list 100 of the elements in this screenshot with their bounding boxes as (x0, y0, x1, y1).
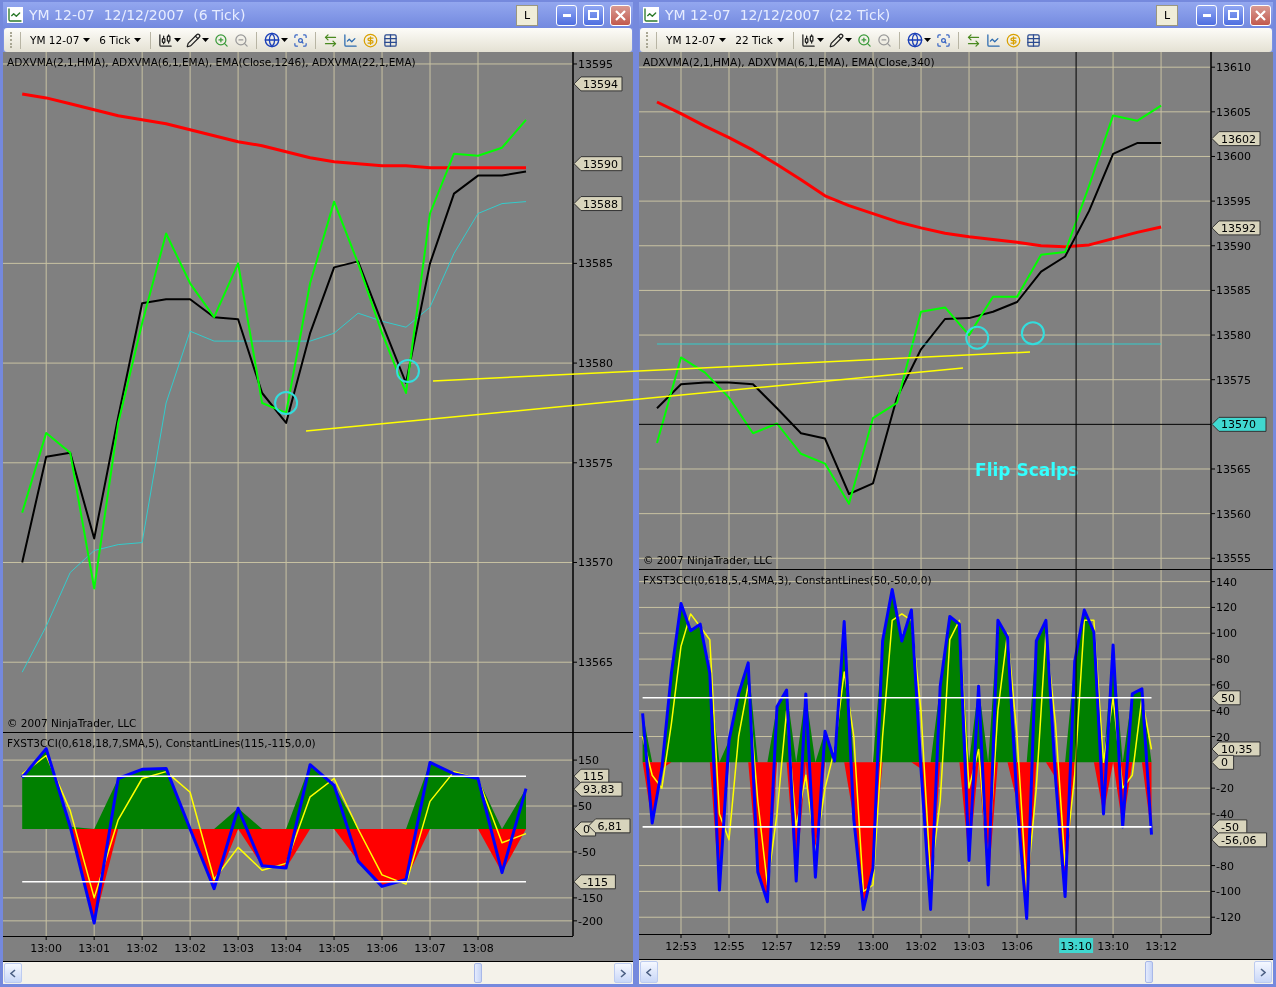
axis-label: 13585 (1216, 284, 1251, 298)
indicators-button[interactable] (985, 32, 1001, 48)
close-icon (615, 9, 626, 21)
magnifier-icon (293, 32, 309, 48)
link-button[interactable]: L (1156, 4, 1178, 26)
axis-label: -20 (1216, 782, 1234, 796)
axis-label: 13575 (1216, 373, 1251, 387)
time-label: 13:12 (1145, 940, 1177, 953)
scroll-left-button[interactable] (4, 963, 22, 983)
bar-type-button[interactable] (158, 32, 182, 48)
value-marker: 115 (573, 768, 610, 784)
axis-label: 100 (1216, 627, 1237, 641)
horizontal-scrollbar[interactable] (3, 962, 633, 984)
axis-label: -100 (1216, 885, 1241, 899)
value-marker: 13594 (573, 76, 623, 92)
time-label: 13:02 (126, 942, 158, 955)
zoom-out-icon (876, 32, 892, 48)
instrument-dropdown[interactable]: YM 12-07 (28, 34, 93, 46)
value-marker: 13588 (573, 196, 623, 212)
dollar-icon (1005, 32, 1021, 48)
axis-label: -120 (1216, 911, 1241, 925)
axis-label: -40 (1216, 807, 1234, 821)
caret-icon (202, 38, 210, 42)
time-label: 12:59 (809, 940, 841, 953)
value-marker: 0 (1211, 754, 1235, 770)
time-label: 13:03 (222, 942, 254, 955)
axis-label: 13565 (578, 656, 613, 670)
close-button[interactable] (1250, 4, 1271, 26)
data-box-button[interactable] (293, 32, 309, 48)
globe-button[interactable] (906, 32, 931, 48)
zoom-in-button[interactable] (214, 32, 230, 48)
scroll-right-button[interactable] (614, 963, 632, 983)
window-title: YM 12-07 12/12/2007 (6 Tick) (29, 7, 247, 23)
properties-button[interactable] (383, 32, 399, 48)
close-button[interactable] (610, 4, 631, 26)
arrows-icon (965, 32, 981, 48)
line-chart-icon (985, 32, 1001, 48)
candlestick-icon (800, 32, 816, 48)
maximize-icon (588, 10, 599, 20)
zoom-out-button[interactable] (234, 32, 250, 48)
time-label: 13:05 (318, 942, 350, 955)
axis-label: 13580 (578, 357, 613, 371)
scroll-right-button[interactable] (1254, 961, 1272, 983)
scroll-thumb[interactable] (474, 963, 483, 983)
drawing-tool-button[interactable] (186, 32, 210, 48)
highlight-circle (395, 359, 420, 384)
indicator-label: FXST3CCI(0,618,18,7,SMA,5), ConstantLines(115,-115,0,0) (7, 737, 316, 749)
scroll-thumb[interactable] (1144, 961, 1153, 983)
candlestick-icon (158, 32, 174, 48)
drawing-tool-button[interactable] (828, 32, 852, 48)
minimize-button[interactable] (556, 4, 577, 26)
minimize-icon (562, 13, 571, 17)
link-button[interactable]: L (516, 4, 538, 26)
interval-dropdown[interactable]: 6 Tick (97, 34, 144, 46)
zoom-out-button[interactable] (876, 32, 892, 48)
axis-label: -200 (578, 914, 603, 928)
axis-label: 13610 (1216, 61, 1251, 75)
caret-icon (719, 38, 727, 42)
globe-button[interactable] (264, 32, 289, 48)
bar-type-button[interactable] (800, 32, 824, 48)
trade-button[interactable] (965, 32, 981, 48)
maximize-button[interactable] (583, 4, 604, 26)
zoom-in-icon (856, 32, 872, 48)
axis-label: 50 (578, 800, 592, 813)
time-label: 13:06 (366, 942, 398, 955)
instrument-dropdown[interactable]: YM 12-07 (664, 34, 729, 46)
horizontal-scrollbar[interactable] (639, 960, 1273, 984)
maximize-button[interactable] (1223, 4, 1244, 26)
time-label: 13:08 (462, 942, 494, 955)
axis-label: 80 (1216, 653, 1230, 667)
axis-label: 13565 (1216, 463, 1251, 476)
value-marker: -115 (573, 874, 616, 890)
value-marker: 13590 (573, 156, 623, 172)
interval-dropdown[interactable]: 22 Tick (733, 34, 786, 46)
copyright-text: © 2007 NinjaTrader, LLC (7, 717, 137, 729)
value-marker: 13602 (1211, 131, 1261, 147)
value-marker: 50 (1211, 690, 1241, 706)
data-box-button[interactable] (935, 32, 951, 48)
table-icon (1025, 32, 1041, 48)
line-chart-icon (343, 32, 359, 48)
axis-label: 13595 (1216, 195, 1251, 209)
axis-label: 13600 (1216, 150, 1251, 164)
chevron-left-icon (646, 967, 652, 977)
caret-icon (816, 38, 824, 42)
minimize-button[interactable] (1196, 4, 1217, 26)
trade-button[interactable] (323, 32, 339, 48)
value-marker: 13570 (1211, 416, 1267, 432)
globe-icon (906, 32, 923, 48)
scroll-left-button[interactable] (640, 961, 658, 983)
zoom-in-icon (214, 32, 230, 48)
indicators-button[interactable] (343, 32, 359, 48)
zoom-in-button[interactable] (856, 32, 872, 48)
arrows-icon (323, 32, 339, 48)
axis-label: 150 (578, 754, 599, 768)
zoom-out-icon (234, 32, 250, 48)
time-label: 13:10 (1097, 940, 1129, 953)
highlight-circle (274, 390, 299, 415)
axis-label: 13570 (578, 556, 613, 570)
chevron-right-icon (620, 968, 626, 978)
properties-button[interactable] (1025, 32, 1041, 48)
